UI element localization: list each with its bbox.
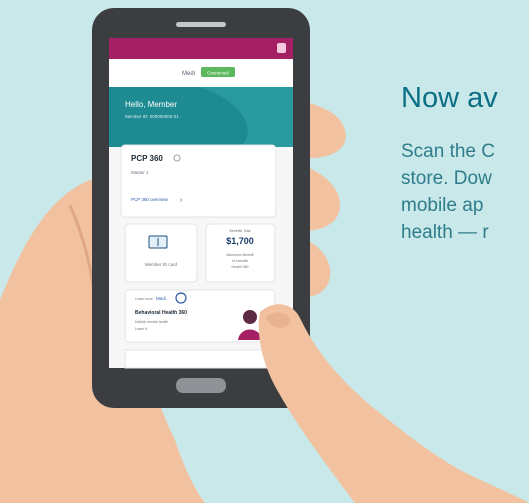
behavioral-line: Learn it (135, 327, 147, 331)
person-illustration (243, 310, 257, 324)
behavioral-line: Holistic mental health (135, 320, 168, 324)
pcp-link[interactable]: PCP 360 overview (131, 197, 169, 202)
pcp-title: PCP 360 (131, 154, 163, 163)
app-header-bar (109, 38, 293, 59)
balance-desc-line: of Invisible (232, 259, 249, 263)
behavioral-title: Behavioral Health 360 (135, 310, 187, 316)
behavioral-logo-text: Medi (156, 296, 166, 301)
phone-in-hand-illustration: Medi Connected Hello, Member Member ID: … (0, 8, 529, 503)
promo-body-line: mobile ap (401, 195, 484, 216)
member-id: Member ID: 000000000-01 (125, 114, 179, 119)
balance-caption: Benefits Total (230, 229, 251, 233)
promo-body-line: Scan the C (401, 141, 495, 162)
id-card-tile[interactable] (124, 223, 198, 283)
user-icon[interactable] (277, 43, 286, 53)
promo-body-line: health — r (401, 222, 489, 243)
balance-desc-line: Health 360 (232, 265, 249, 269)
status-badge-label: Connected (207, 71, 229, 76)
balance-desc-line: Maximum Benefit (226, 253, 253, 257)
balance-amount: $1,700 (226, 236, 254, 246)
promo-body: Scan the C store. Dow mobile ap health —… (401, 138, 529, 246)
home-button-icon[interactable] (176, 378, 226, 393)
app-logo: Medi (182, 71, 195, 77)
id-card-label: Member ID card (145, 262, 178, 267)
promo-heading: Now av (401, 82, 498, 114)
behavioral-logo-caption: Learn more (135, 297, 153, 301)
pcp-subtitle: Master 1 (131, 170, 149, 175)
greeting: Hello, Member (125, 100, 177, 109)
phone-speaker (176, 22, 226, 27)
promo-body-line: store. Dow (401, 168, 492, 189)
